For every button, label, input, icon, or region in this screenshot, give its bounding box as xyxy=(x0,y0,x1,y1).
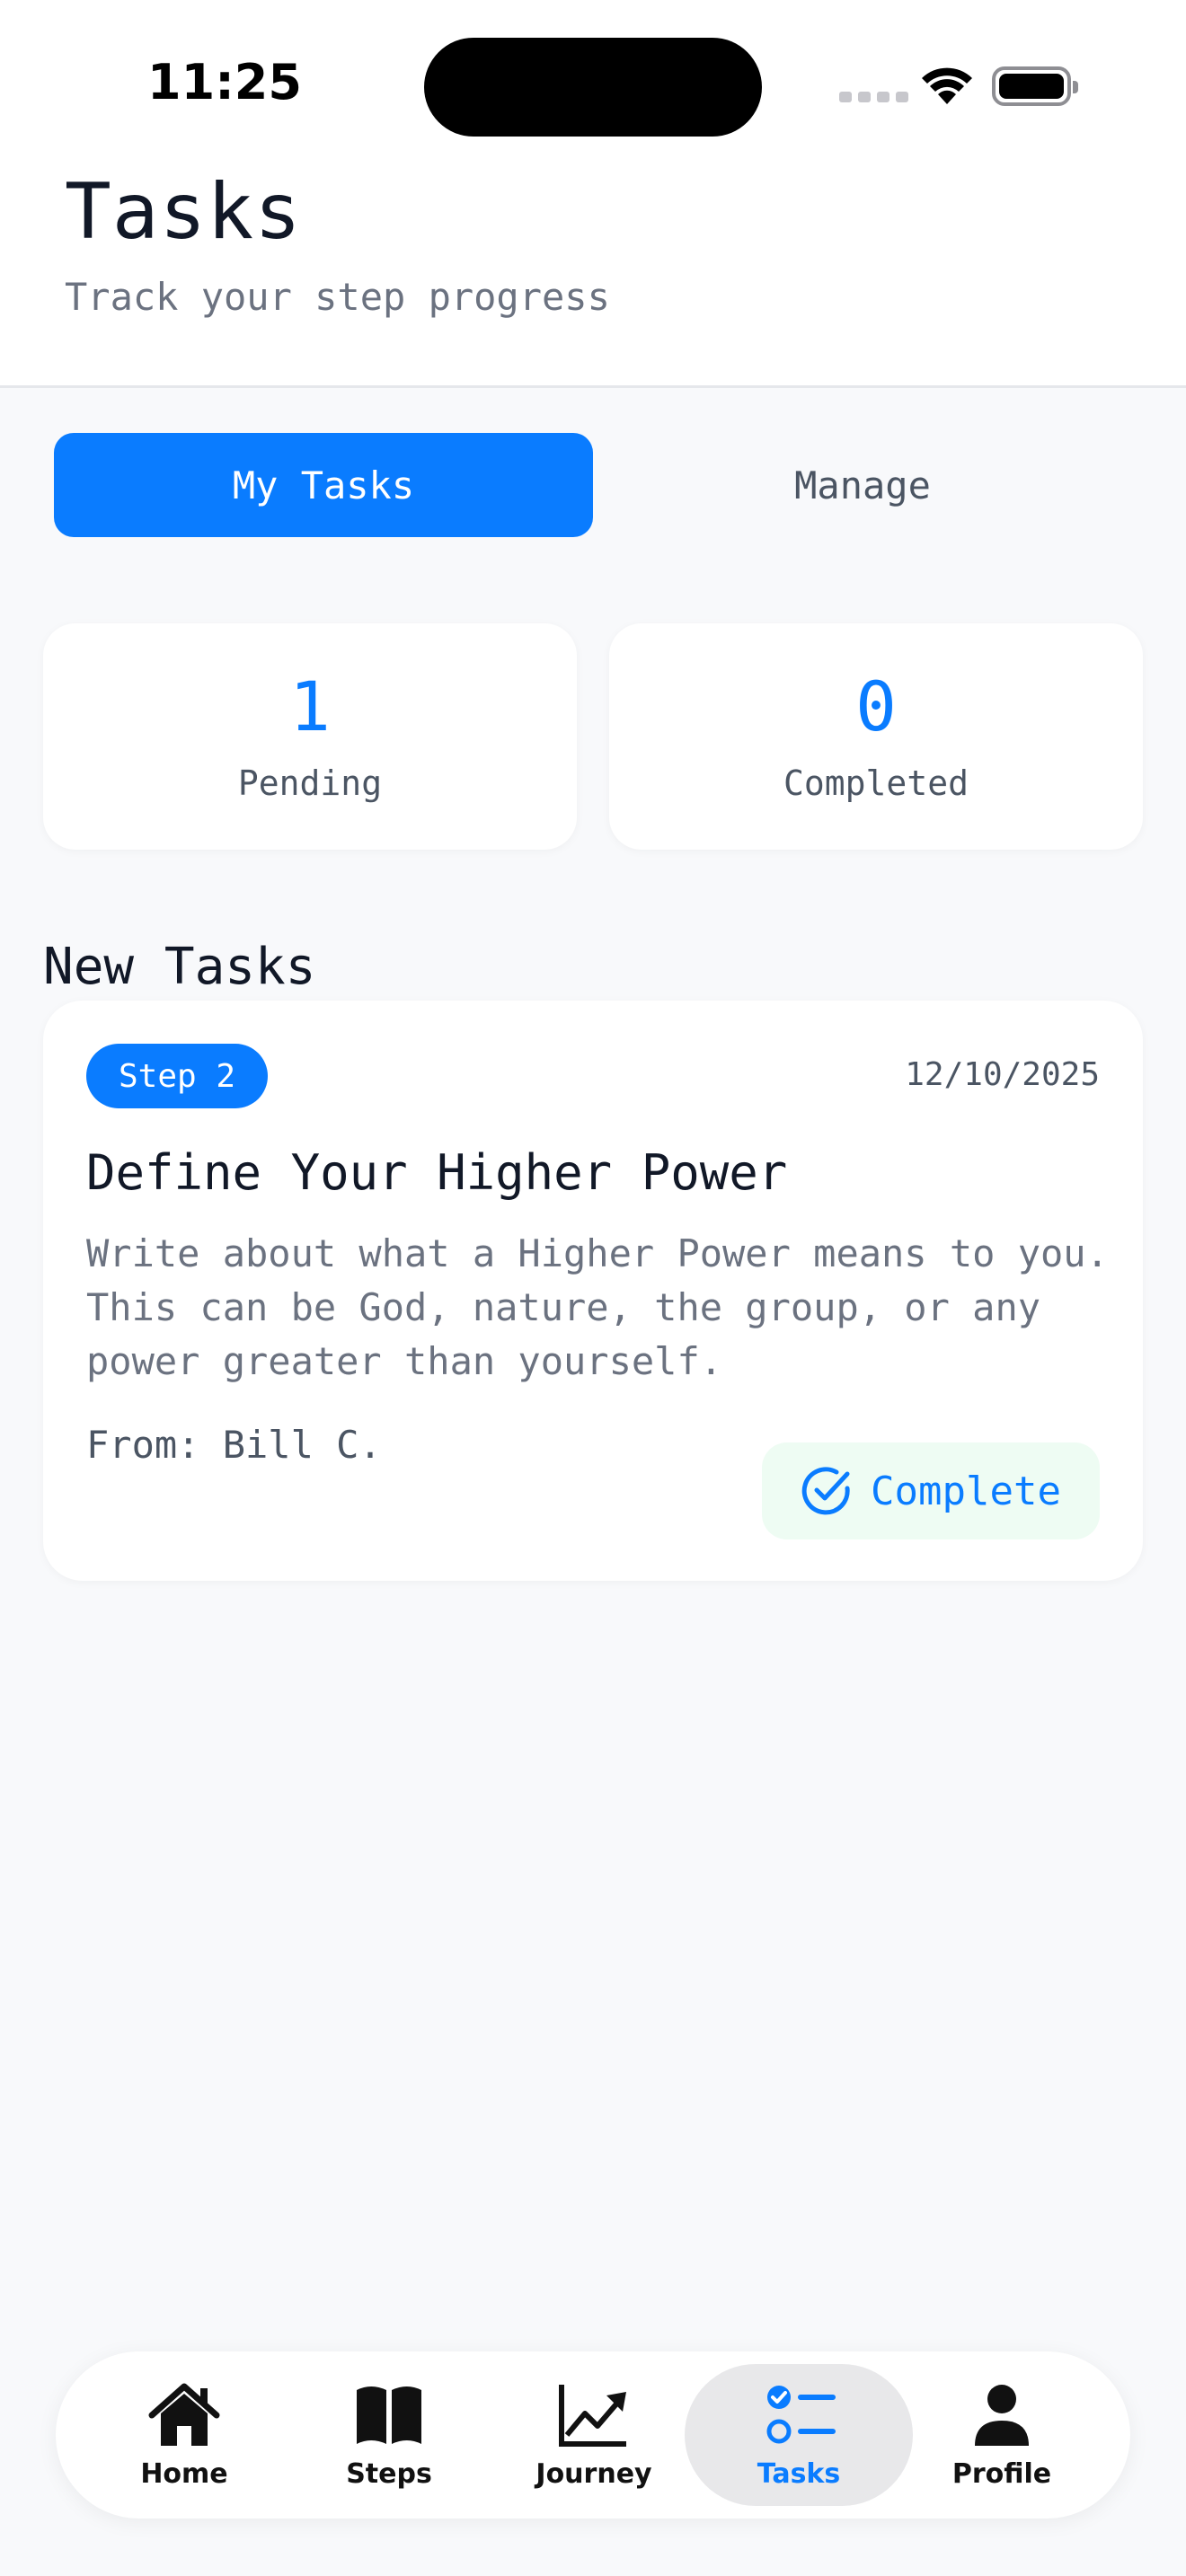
bottom-nav: Home Steps Journey Tasks Profile xyxy=(56,2351,1130,2519)
nav-label: Tasks xyxy=(757,2457,841,2490)
tab-manage[interactable]: Manage xyxy=(593,433,1132,537)
battery-icon xyxy=(992,66,1078,106)
completed-label: Completed xyxy=(783,763,969,803)
task-card[interactable]: Step 2 12/10/2025 Define Your Higher Pow… xyxy=(43,1001,1143,1581)
status-bar: 11:25 xyxy=(0,0,1186,162)
pending-label: Pending xyxy=(237,763,383,803)
task-date: 12/10/2025 xyxy=(905,1056,1100,1093)
nav-item-home[interactable]: Home xyxy=(70,2364,298,2506)
nav-label: Journey xyxy=(535,2457,652,2490)
tab-my-tasks[interactable]: My Tasks xyxy=(54,433,593,537)
nav-label: Steps xyxy=(346,2457,432,2490)
completed-count: 0 xyxy=(855,666,897,746)
nav-item-journey[interactable]: Journey xyxy=(480,2364,708,2506)
page-title: Tasks xyxy=(65,167,302,257)
header: 11:25 Tasks Track your step progress xyxy=(0,0,1186,388)
person-icon xyxy=(975,2384,1029,2446)
cellular-signal-icon xyxy=(839,92,908,102)
task-title: Define Your Higher Power xyxy=(86,1144,788,1201)
book-icon xyxy=(357,2386,421,2444)
page-subtitle: Track your step progress xyxy=(65,275,610,319)
nav-label: Home xyxy=(140,2457,228,2490)
chart-line-icon xyxy=(559,2384,626,2447)
task-from: From: Bill C. xyxy=(86,1423,382,1467)
home-icon xyxy=(148,2383,220,2446)
checklist-icon xyxy=(766,2385,836,2443)
dynamic-island xyxy=(424,38,762,137)
task-description: Write about what a Higher Power means to… xyxy=(86,1231,1109,1383)
pending-stat-card: 1 Pending xyxy=(43,623,577,850)
completed-stat-card: 0 Completed xyxy=(609,623,1143,850)
complete-label: Complete xyxy=(871,1468,1061,1514)
section-title: New Tasks xyxy=(43,938,316,996)
nav-item-profile[interactable]: Profile xyxy=(888,2364,1116,2506)
status-time: 11:25 xyxy=(147,54,302,110)
step-badge: Step 2 xyxy=(86,1044,268,1108)
nav-item-steps[interactable]: Steps xyxy=(275,2364,503,2506)
wifi-icon xyxy=(922,67,972,104)
nav-item-tasks[interactable]: Tasks xyxy=(685,2364,913,2506)
nav-label: Profile xyxy=(951,2457,1052,2490)
check-circle-icon xyxy=(801,1467,850,1515)
complete-button[interactable]: Complete xyxy=(762,1442,1100,1539)
pending-count: 1 xyxy=(289,666,331,746)
